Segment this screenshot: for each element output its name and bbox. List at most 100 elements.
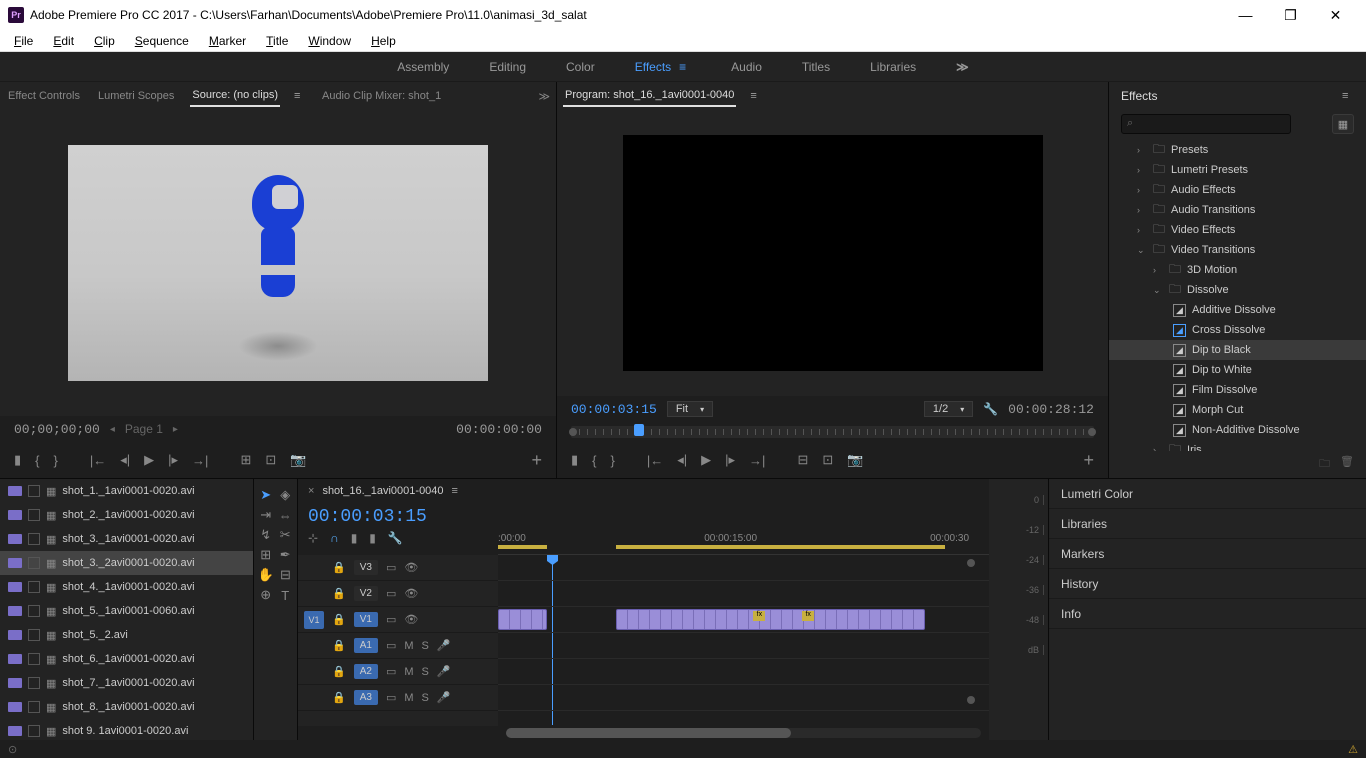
mute-icon[interactable]: M bbox=[404, 640, 413, 652]
step-back-icon[interactable]: ◂| bbox=[120, 452, 130, 468]
bin-item[interactable]: ▦shot_5._1avi0001-0060.avi bbox=[0, 599, 253, 623]
new-folder-icon[interactable]: 🗀 bbox=[1319, 455, 1330, 474]
linked-selection-icon[interactable]: ∩ bbox=[330, 531, 339, 545]
step-back-icon[interactable]: ◂| bbox=[677, 452, 687, 468]
toggle-output-icon[interactable]: ▭ bbox=[386, 587, 396, 600]
source-timecode-in[interactable]: 00;00;00;00 bbox=[14, 422, 100, 437]
razor-tool-icon[interactable]: ✂ bbox=[278, 527, 294, 543]
panel-menu-icon[interactable] bbox=[452, 485, 464, 497]
source-monitor[interactable] bbox=[0, 110, 556, 416]
workspace-color[interactable]: Color bbox=[566, 60, 595, 74]
checkbox[interactable] bbox=[28, 653, 40, 665]
checkbox[interactable] bbox=[28, 485, 40, 497]
workspace-libraries[interactable]: Libraries bbox=[870, 60, 916, 74]
folder-presets[interactable]: ›🗀Presets bbox=[1109, 140, 1366, 160]
program-scrubber[interactable] bbox=[557, 422, 1108, 442]
program-monitor[interactable] bbox=[557, 110, 1108, 396]
pen-tool-icon[interactable]: ✒ bbox=[278, 547, 294, 563]
lock-icon[interactable]: 🔒 bbox=[332, 639, 346, 652]
effect-film-dissolve[interactable]: ◢Film Dissolve bbox=[1109, 380, 1366, 400]
effect-additive-dissolve[interactable]: ◢Additive Dissolve bbox=[1109, 300, 1366, 320]
tab-audio-clip-mixer-shot-1[interactable]: Audio Clip Mixer: shot_1 bbox=[320, 86, 443, 106]
rate-tool-icon[interactable]: ↯ bbox=[258, 527, 274, 543]
toggle-output-icon[interactable]: ▭ bbox=[386, 691, 396, 704]
selection-tool-icon[interactable]: ➤ bbox=[258, 487, 274, 503]
timeline-ruler[interactable]: :00:0000:00:15:0000:00:30 bbox=[498, 531, 989, 555]
bin-item[interactable]: ▦shot_5._2.avi bbox=[0, 623, 253, 647]
step-forward-icon[interactable]: |▸ bbox=[168, 452, 178, 468]
tab-effect-controls[interactable]: Effect Controls bbox=[6, 86, 82, 106]
track-header-a1[interactable]: 🔒A1▭MS🎤 bbox=[298, 633, 498, 659]
folder-lumetri-presets[interactable]: ›🗀Lumetri Presets bbox=[1109, 160, 1366, 180]
checkbox[interactable] bbox=[28, 557, 40, 569]
toggle-sync-icon[interactable]: 👁 bbox=[404, 561, 418, 574]
workspace-audio[interactable]: Audio bbox=[731, 60, 762, 74]
play-icon[interactable]: ▶ bbox=[144, 452, 154, 468]
effect-dip-to-black[interactable]: ◢Dip to Black bbox=[1109, 340, 1366, 360]
marker-toggle-icon[interactable]: ▮ bbox=[351, 531, 358, 545]
sequence-tab[interactable]: shot_16._1avi0001-0040 bbox=[322, 485, 443, 497]
video-lane-v1[interactable]: fxfx bbox=[498, 607, 989, 633]
overwrite-icon[interactable]: ⊡ bbox=[265, 452, 276, 468]
zoom-tool-icon[interactable]: ⊕ bbox=[258, 587, 274, 603]
checkbox[interactable] bbox=[28, 533, 40, 545]
checkbox[interactable] bbox=[28, 725, 40, 737]
audio-lane-a3[interactable] bbox=[498, 685, 989, 711]
delete-icon[interactable]: 🗑 bbox=[1340, 455, 1354, 474]
timeline-timecode[interactable]: 00:00:03:15 bbox=[308, 507, 979, 527]
new-bin-icon[interactable]: ▦ bbox=[1332, 114, 1354, 134]
menu-help[interactable]: Help bbox=[361, 32, 406, 50]
tab-lumetri-scopes[interactable]: Lumetri Scopes bbox=[96, 86, 176, 106]
marker-icon[interactable]: ▮ bbox=[14, 452, 21, 468]
menu-edit[interactable]: Edit bbox=[43, 32, 84, 50]
effect-non-additive-dissolve[interactable]: ◢Non-Additive Dissolve bbox=[1109, 420, 1366, 440]
track-name[interactable]: A2 bbox=[354, 664, 378, 679]
panel-tab-libraries[interactable]: Libraries bbox=[1049, 509, 1366, 539]
checkbox[interactable] bbox=[28, 581, 40, 593]
tab-source-no-clips-[interactable]: Source: (no clips) bbox=[190, 85, 280, 107]
checkbox[interactable] bbox=[28, 509, 40, 521]
bin-item[interactable]: ▦shot_3._2avi0001-0020.avi bbox=[0, 551, 253, 575]
export-frame-icon[interactable]: 📷 bbox=[847, 452, 863, 468]
lock-icon[interactable]: 🔒 bbox=[332, 613, 346, 626]
toggle-output-icon[interactable]: ▭ bbox=[386, 613, 396, 626]
track-name[interactable]: V1 bbox=[354, 612, 378, 627]
lock-icon[interactable]: 🔒 bbox=[332, 665, 346, 678]
source-patch[interactable]: V1 bbox=[304, 611, 324, 629]
snap-icon[interactable]: ⊹ bbox=[308, 531, 318, 545]
slide-tool-icon[interactable]: ⊟ bbox=[278, 567, 293, 583]
effect-dip-to-white[interactable]: ◢Dip to White bbox=[1109, 360, 1366, 380]
workspace-menu-icon[interactable] bbox=[679, 60, 691, 74]
menu-file[interactable]: File bbox=[4, 32, 43, 50]
toggle-sync-icon[interactable]: 👁 bbox=[404, 587, 418, 600]
track-header-a3[interactable]: 🔒A3▭MS🎤 bbox=[298, 685, 498, 711]
add-button-icon[interactable]: + bbox=[1083, 450, 1094, 471]
menu-window[interactable]: Window bbox=[298, 32, 361, 50]
menu-marker[interactable]: Marker bbox=[199, 32, 256, 50]
panel-menu-icon[interactable] bbox=[750, 90, 762, 102]
settings-icon[interactable]: ▮ bbox=[369, 531, 376, 545]
folder-video-effects[interactable]: ›🗀Video Effects bbox=[1109, 220, 1366, 240]
in-point-icon[interactable]: { bbox=[592, 453, 596, 468]
zoom-select[interactable]: Fit bbox=[667, 401, 713, 417]
lock-icon[interactable]: 🔒 bbox=[332, 561, 346, 574]
in-point-icon[interactable]: { bbox=[35, 453, 39, 468]
extract-icon[interactable]: ⊡ bbox=[822, 452, 833, 468]
type-tool-icon[interactable]: T bbox=[278, 587, 294, 603]
menu-clip[interactable]: Clip bbox=[84, 32, 125, 50]
sequence-close-icon[interactable]: × bbox=[308, 485, 314, 497]
effects-search-input[interactable] bbox=[1121, 114, 1291, 134]
solo-icon[interactable]: S bbox=[422, 640, 429, 652]
play-icon[interactable]: ▶ bbox=[701, 452, 711, 468]
video-clip[interactable] bbox=[498, 609, 547, 630]
lift-icon[interactable]: ⊟ bbox=[797, 452, 808, 468]
bin-item[interactable]: ▦shot_2._1avi0001-0020.avi bbox=[0, 503, 253, 527]
wrench-icon[interactable]: 🔧 bbox=[388, 531, 403, 545]
step-forward-icon[interactable]: |▸ bbox=[725, 452, 735, 468]
folder-audio-transitions[interactable]: ›🗀Audio Transitions bbox=[1109, 200, 1366, 220]
panel-menu-icon[interactable] bbox=[294, 90, 306, 102]
checkbox[interactable] bbox=[28, 677, 40, 689]
go-to-in-icon[interactable]: |← bbox=[647, 453, 663, 468]
close-button[interactable]: ✕ bbox=[1313, 0, 1358, 30]
voice-icon[interactable]: 🎤 bbox=[437, 691, 451, 704]
